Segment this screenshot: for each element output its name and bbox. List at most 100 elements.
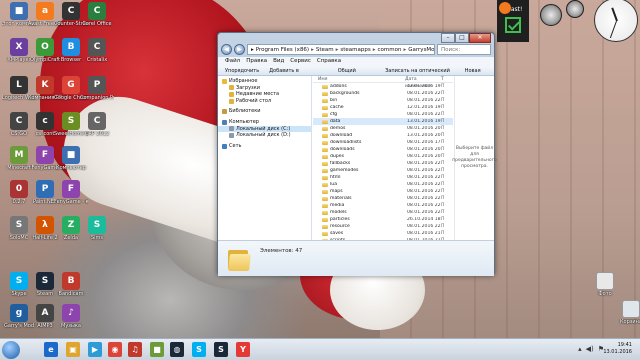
yandex-icon[interactable]: Y	[236, 342, 250, 357]
file-name: maps	[330, 189, 343, 195]
file-row[interactable]: models 08.01.2016 22:46П	[313, 209, 453, 216]
breadcrumb-segment[interactable]: steamapps	[340, 45, 370, 54]
breadcrumb-segment[interactable]: Program Files (x86)	[256, 45, 309, 54]
file-row[interactable]: cache 12.01.2016 19:21П	[313, 104, 453, 111]
close-button[interactable]: ✕	[469, 33, 491, 43]
command-button[interactable]: Общий доступ ▾	[338, 66, 375, 84]
app-icon: S	[36, 272, 54, 290]
command-button[interactable]: Упорядочить ▾	[225, 66, 259, 84]
explorer-icon[interactable]: ▣	[66, 342, 80, 357]
desktop-icon[interactable]: B Bandicam	[54, 272, 88, 297]
file-row[interactable]: data 13.01.2016 19:48П	[313, 118, 453, 126]
file-row[interactable]: media 08.01.2016 22:06П	[313, 202, 453, 209]
breadcrumb-segment[interactable]: common	[378, 45, 402, 54]
nav-item[interactable]: Недавние места	[218, 91, 311, 98]
breadcrumb-separator-icon[interactable]: ▸	[403, 45, 406, 54]
file-row[interactable]: dupes 08.01.2016 20:26П	[313, 153, 453, 160]
breadcrumb-segment[interactable]: Steam	[316, 45, 334, 54]
desktop-icon[interactable]: C Corel Office	[80, 2, 114, 27]
column-header-date[interactable]: Дата изменения	[405, 76, 441, 89]
file-row[interactable]: particles 26.10.2014 18:53П	[313, 216, 453, 223]
desktop-icon[interactable]: C Cristalix	[80, 38, 114, 63]
breadcrumb-segment[interactable]: GarrysMod	[408, 45, 434, 54]
folder-icon	[322, 210, 328, 215]
desktop-icon[interactable]: S Sims	[80, 216, 114, 241]
app-icon: X	[10, 38, 28, 56]
file-row[interactable]: saves 08.01.2016 21:08П	[313, 230, 453, 237]
media-player-icon[interactable]: ▶	[88, 342, 102, 357]
explorer-window[interactable]: – □ ✕ ◀ ▶ ▸ Program Files (x86) ▸ Steam ▸ ste…	[217, 32, 497, 276]
nav-item[interactable]: Избранное	[218, 78, 311, 85]
file-row[interactable]: demos 08.01.2016 20:26П	[313, 125, 453, 132]
nav-item[interactable]: Рабочий стол	[218, 98, 311, 105]
menu-item[interactable]: Справка	[317, 57, 341, 66]
file-row[interactable]: downloads 08.01.2016 20:49П	[313, 146, 453, 153]
column-header-name[interactable]: Имя	[313, 76, 405, 82]
start-button[interactable]	[2, 341, 20, 359]
nav-item[interactable]: Загрузки	[218, 85, 311, 92]
file-row[interactable]: resource 08.01.2016 22:46П	[313, 223, 453, 230]
menu-item[interactable]: Сервис	[290, 57, 311, 66]
file-row[interactable]: maps 08.01.2016 22:46П	[313, 188, 453, 195]
breadcrumb-separator-icon[interactable]: ▸	[311, 45, 314, 54]
memory-gauge-widget[interactable]	[566, 0, 584, 18]
file-row[interactable]: bin 08.01.2016 22:04П	[313, 97, 453, 104]
steam-icon[interactable]: ◍	[170, 342, 184, 357]
breadcrumb-separator-icon[interactable]: ▸	[373, 45, 376, 54]
network-icon[interactable]: ▴	[578, 345, 582, 353]
steam-app-icon[interactable]: S	[214, 342, 228, 357]
music-icon[interactable]: ♫	[128, 342, 142, 357]
file-row[interactable]: download 13.01.2016 20:09П	[313, 132, 453, 139]
file-row[interactable]: gamemodes 08.01.2016 22:06П	[313, 167, 453, 174]
menu-item[interactable]: Правка	[246, 57, 267, 66]
volume-icon[interactable]: ◀)	[586, 345, 594, 353]
command-button[interactable]: Записать на оптический диск	[385, 66, 455, 84]
desktop-icon[interactable]: ■ Компьютер	[54, 146, 88, 171]
desktop-icon[interactable]: Корзина	[614, 300, 640, 325]
breadcrumb-separator-icon[interactable]: ▸	[336, 45, 339, 54]
ie-icon[interactable]: e	[44, 342, 58, 357]
cpu-gauge-widget[interactable]	[540, 4, 562, 26]
preview-message: Выберите файл для предварительного просм…	[452, 146, 497, 169]
column-header-type[interactable]: Т	[441, 76, 444, 82]
minimize-button[interactable]: –	[441, 33, 455, 43]
desktop-icon-label: Фото	[598, 291, 612, 297]
file-row[interactable]: fallbacks 08.01.2016 22:06П	[313, 160, 453, 167]
clock-widget[interactable]	[594, 0, 638, 42]
maximize-button[interactable]: □	[455, 33, 469, 43]
menu-item[interactable]: Файл	[225, 57, 240, 66]
command-button[interactable]: Добавить в библиотеку ▾	[269, 66, 328, 84]
file-row[interactable]: cfg 08.01.2016 22:52П	[313, 111, 453, 118]
file-row[interactable]: materials 08.01.2016 22:46П	[313, 195, 453, 202]
back-button[interactable]: ◀	[221, 44, 232, 55]
file-name: downloadlists	[330, 140, 362, 146]
file-row[interactable]: downloadlists 08.01.2016 17:25П	[313, 139, 453, 146]
file-name: particles	[330, 217, 350, 223]
desktop-icon[interactable]: FFenyGame - копия (2)	[54, 180, 88, 205]
forward-button[interactable]: ▶	[234, 44, 245, 55]
nav-item[interactable]: Локальный диск (D:)	[218, 132, 311, 139]
nav-item[interactable]: Сеть	[218, 143, 311, 150]
chrome-icon[interactable]: ◉	[108, 342, 122, 357]
tray-clock[interactable]: 19:41 13.01.2016	[603, 342, 632, 356]
address-bar[interactable]: ▸ Program Files (x86) ▸ Steam ▸ steamapps ▸ com…	[247, 44, 435, 55]
nav-item[interactable]: Библиотеки	[218, 108, 311, 115]
menu-item[interactable]: Вид	[273, 57, 284, 66]
command-button[interactable]: Новая папка	[465, 66, 494, 84]
file-row[interactable]: lua 08.01.2016 22:06П	[313, 181, 453, 188]
desktop-icon[interactable]: PCompanion Pro	[80, 76, 114, 101]
avast-widget[interactable]: avast!	[497, 0, 529, 42]
minecraft-icon[interactable]: ■	[150, 342, 164, 357]
file-row[interactable]: addons 12.01.2016 19:47П	[313, 83, 453, 90]
file-name: cfg	[330, 112, 338, 118]
desktop-icon[interactable]: ♪ Музыка	[54, 304, 88, 329]
nav-item[interactable]: Компьютер	[218, 119, 311, 126]
file-row[interactable]: html 08.01.2016 22:06П	[313, 174, 453, 181]
desktop-icon[interactable]: C CRP 2012	[80, 112, 114, 137]
search-input[interactable]: Поиск: garrysmod	[437, 44, 491, 63]
file-row[interactable]: backgrounds 08.01.2016 22:46П	[313, 90, 453, 97]
folder-icon	[229, 85, 234, 91]
desktop-icon[interactable]: Фото	[588, 272, 622, 297]
skype-icon[interactable]: S	[192, 342, 206, 357]
file-name: html	[330, 175, 341, 181]
